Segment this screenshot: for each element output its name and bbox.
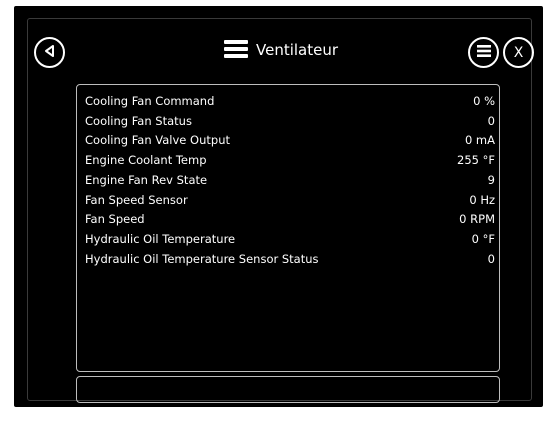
- parameter-row: Engine Fan Rev State 9: [85, 170, 495, 190]
- parameter-label: Engine Fan Rev State: [85, 172, 208, 187]
- parameter-label: Cooling Fan Valve Output: [85, 133, 230, 148]
- parameter-row: Cooling Fan Command 0 %: [85, 91, 495, 111]
- parameter-value: 0 °F: [471, 231, 495, 246]
- parameter-row: Cooling Fan Valve Output 0 mA: [85, 130, 495, 150]
- parameter-row: Engine Coolant Temp 255 °F: [85, 150, 495, 170]
- back-button[interactable]: [34, 37, 65, 68]
- parameter-value: 9: [487, 172, 495, 187]
- device-screen: Ventilateur X Cooling Fan Command 0 % Cool…: [14, 6, 543, 407]
- close-icon: X: [513, 44, 524, 61]
- parameter-label: Engine Coolant Temp: [85, 153, 207, 168]
- parameter-row: Hydraulic Oil Temperature 0 °F: [85, 229, 495, 249]
- close-button[interactable]: X: [503, 37, 534, 68]
- parameter-row: Cooling Fan Status 0: [85, 111, 495, 131]
- parameter-label: Cooling Fan Command: [85, 94, 215, 108]
- parameter-value: 0 Hz: [469, 192, 495, 207]
- parameter-label: Fan Speed Sensor: [85, 192, 188, 207]
- back-triangle-icon: [43, 43, 57, 62]
- parameter-label: Cooling Fan Status: [85, 113, 192, 128]
- parameter-label: Hydraulic Oil Temperature Sensor Status: [85, 251, 319, 266]
- parameter-row: Hydraulic Oil Temperature Sensor Status 0: [85, 249, 495, 269]
- parameter-value: 0: [487, 251, 495, 266]
- parameter-value: 0: [487, 113, 495, 128]
- page-header: Ventilateur: [224, 40, 338, 59]
- status-bar: [76, 376, 500, 403]
- parameter-row: Fan Speed Sensor 0 Hz: [85, 190, 495, 210]
- page-title: Ventilateur: [256, 40, 339, 59]
- parameter-value: 0 mA: [464, 133, 495, 148]
- parameter-label: Fan Speed: [85, 212, 145, 227]
- parameter-value: 0 RPM: [459, 212, 495, 227]
- parameter-row: Fan Speed 0 RPM: [85, 209, 495, 229]
- parameter-label: Hydraulic Oil Temperature: [85, 231, 236, 246]
- hamburger-icon: [224, 40, 248, 59]
- menu-circle-icon: [476, 43, 492, 62]
- parameter-list[interactable]: Cooling Fan Command 0 % Cooling Fan Status…: [76, 84, 500, 372]
- parameter-value: 255 °F: [457, 153, 495, 168]
- parameter-value: 0 %: [473, 94, 495, 108]
- menu-button[interactable]: [468, 37, 499, 68]
